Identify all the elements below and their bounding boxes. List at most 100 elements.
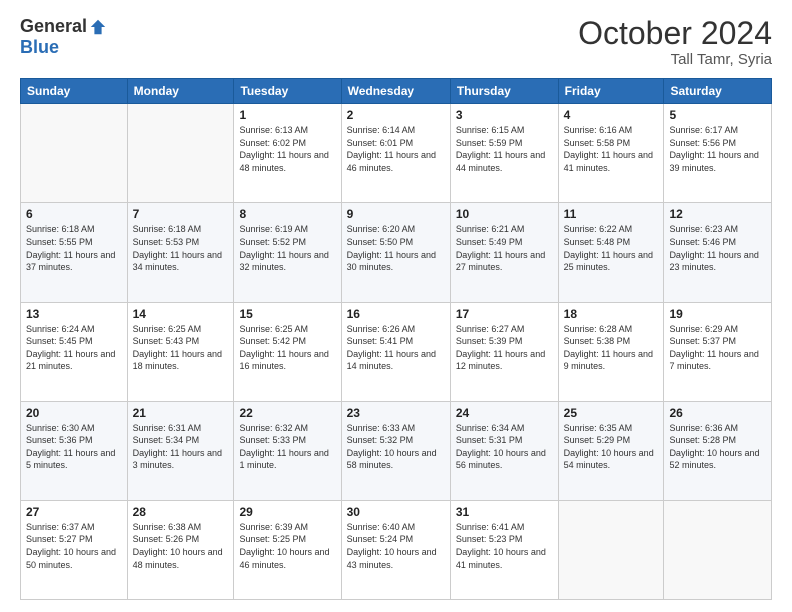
day-number: 25	[564, 406, 659, 420]
calendar-cell: 15 Sunrise: 6:25 AM Sunset: 5:42 PM Dayli…	[234, 302, 341, 401]
calendar-cell: 17 Sunrise: 6:27 AM Sunset: 5:39 PM Dayli…	[450, 302, 558, 401]
calendar-cell: 4 Sunrise: 6:16 AM Sunset: 5:58 PM Daylig…	[558, 104, 664, 203]
calendar-body: 1 Sunrise: 6:13 AM Sunset: 6:02 PM Daylig…	[21, 104, 772, 600]
day-number: 23	[347, 406, 445, 420]
day-number: 11	[564, 207, 659, 221]
day-info: Sunrise: 6:21 AM Sunset: 5:49 PM Dayligh…	[456, 223, 553, 273]
day-info: Sunrise: 6:35 AM Sunset: 5:29 PM Dayligh…	[564, 422, 659, 472]
calendar-cell: 2 Sunrise: 6:14 AM Sunset: 6:01 PM Daylig…	[341, 104, 450, 203]
calendar-weekday-saturday: Saturday	[664, 79, 772, 104]
month-title: October 2024	[578, 16, 772, 51]
calendar-cell: 19 Sunrise: 6:29 AM Sunset: 5:37 PM Dayli…	[664, 302, 772, 401]
calendar-cell: 10 Sunrise: 6:21 AM Sunset: 5:49 PM Dayli…	[450, 203, 558, 302]
calendar-header-row: SundayMondayTuesdayWednesdayThursdayFrid…	[21, 79, 772, 104]
day-info: Sunrise: 6:39 AM Sunset: 5:25 PM Dayligh…	[239, 521, 335, 571]
day-info: Sunrise: 6:19 AM Sunset: 5:52 PM Dayligh…	[239, 223, 335, 273]
logo-icon	[89, 18, 107, 36]
day-info: Sunrise: 6:40 AM Sunset: 5:24 PM Dayligh…	[347, 521, 445, 571]
day-number: 7	[133, 207, 229, 221]
day-info: Sunrise: 6:33 AM Sunset: 5:32 PM Dayligh…	[347, 422, 445, 472]
day-number: 29	[239, 505, 335, 519]
day-number: 22	[239, 406, 335, 420]
day-info: Sunrise: 6:32 AM Sunset: 5:33 PM Dayligh…	[239, 422, 335, 472]
day-info: Sunrise: 6:18 AM Sunset: 5:55 PM Dayligh…	[26, 223, 122, 273]
day-number: 3	[456, 108, 553, 122]
day-info: Sunrise: 6:18 AM Sunset: 5:53 PM Dayligh…	[133, 223, 229, 273]
calendar-cell	[21, 104, 128, 203]
day-info: Sunrise: 6:20 AM Sunset: 5:50 PM Dayligh…	[347, 223, 445, 273]
calendar-cell: 16Sunrise: 6:26 AM Sunset: 5:41 PM Dayli…	[341, 302, 450, 401]
day-number: 15	[239, 307, 335, 321]
day-number: 4	[564, 108, 659, 122]
day-info: Sunrise: 6:41 AM Sunset: 5:23 PM Dayligh…	[456, 521, 553, 571]
day-info: Sunrise: 6:29 AM Sunset: 5:37 PM Dayligh…	[669, 323, 766, 373]
calendar-week-3: 20Sunrise: 6:30 AM Sunset: 5:36 PM Dayli…	[21, 401, 772, 500]
day-number: 12	[669, 207, 766, 221]
day-info: Sunrise: 6:27 AM Sunset: 5:39 PM Dayligh…	[456, 323, 553, 373]
day-number: 27	[26, 505, 122, 519]
day-info: Sunrise: 6:16 AM Sunset: 5:58 PM Dayligh…	[564, 124, 659, 174]
day-number: 17	[456, 307, 553, 321]
day-number: 26	[669, 406, 766, 420]
calendar-cell: 31 Sunrise: 6:41 AM Sunset: 5:23 PM Dayli…	[450, 500, 558, 599]
calendar-cell: 28Sunrise: 6:38 AM Sunset: 5:26 PM Dayli…	[127, 500, 234, 599]
calendar-cell: 14 Sunrise: 6:25 AM Sunset: 5:43 PM Dayli…	[127, 302, 234, 401]
calendar-cell: 6 Sunrise: 6:18 AM Sunset: 5:55 PM Daylig…	[21, 203, 128, 302]
calendar-cell: 25 Sunrise: 6:35 AM Sunset: 5:29 PM Dayli…	[558, 401, 664, 500]
day-number: 20	[26, 406, 122, 420]
calendar-week-0: 1 Sunrise: 6:13 AM Sunset: 6:02 PM Daylig…	[21, 104, 772, 203]
day-number: 31	[456, 505, 553, 519]
calendar-weekday-thursday: Thursday	[450, 79, 558, 104]
calendar-weekday-wednesday: Wednesday	[341, 79, 450, 104]
day-number: 19	[669, 307, 766, 321]
calendar-cell	[127, 104, 234, 203]
calendar-week-2: 13Sunrise: 6:24 AM Sunset: 5:45 PM Dayli…	[21, 302, 772, 401]
day-info: Sunrise: 6:22 AM Sunset: 5:48 PM Dayligh…	[564, 223, 659, 273]
day-info: Sunrise: 6:37 AM Sunset: 5:27 PM Dayligh…	[26, 521, 122, 571]
day-number: 14	[133, 307, 229, 321]
day-info: Sunrise: 6:13 AM Sunset: 6:02 PM Dayligh…	[239, 124, 335, 174]
logo-blue-text: Blue	[20, 37, 59, 58]
header: General Blue October 2024 Tall Tamr, Syr…	[20, 16, 772, 68]
day-number: 1	[239, 108, 335, 122]
calendar-cell: 20Sunrise: 6:30 AM Sunset: 5:36 PM Dayli…	[21, 401, 128, 500]
calendar-cell: 18Sunrise: 6:28 AM Sunset: 5:38 PM Dayli…	[558, 302, 664, 401]
calendar-cell: 12 Sunrise: 6:23 AM Sunset: 5:46 PM Dayli…	[664, 203, 772, 302]
calendar-cell: 9Sunrise: 6:20 AM Sunset: 5:50 PM Daylig…	[341, 203, 450, 302]
day-number: 28	[133, 505, 229, 519]
day-info: Sunrise: 6:26 AM Sunset: 5:41 PM Dayligh…	[347, 323, 445, 373]
day-number: 10	[456, 207, 553, 221]
day-info: Sunrise: 6:25 AM Sunset: 5:43 PM Dayligh…	[133, 323, 229, 373]
calendar-cell: 8Sunrise: 6:19 AM Sunset: 5:52 PM Daylig…	[234, 203, 341, 302]
calendar-week-1: 6 Sunrise: 6:18 AM Sunset: 5:55 PM Daylig…	[21, 203, 772, 302]
day-info: Sunrise: 6:28 AM Sunset: 5:38 PM Dayligh…	[564, 323, 659, 373]
header-right: October 2024 Tall Tamr, Syria	[578, 16, 772, 68]
calendar-weekday-friday: Friday	[558, 79, 664, 104]
calendar-cell: 3Sunrise: 6:15 AM Sunset: 5:59 PM Daylig…	[450, 104, 558, 203]
calendar-cell: 29 Sunrise: 6:39 AM Sunset: 5:25 PM Dayli…	[234, 500, 341, 599]
calendar-cell: 24Sunrise: 6:34 AM Sunset: 5:31 PM Dayli…	[450, 401, 558, 500]
calendar-cell: 5Sunrise: 6:17 AM Sunset: 5:56 PM Daylig…	[664, 104, 772, 203]
logo-general-text: General	[20, 16, 87, 37]
location: Tall Tamr, Syria	[578, 51, 772, 68]
calendar-week-4: 27 Sunrise: 6:37 AM Sunset: 5:27 PM Dayli…	[21, 500, 772, 599]
calendar-cell: 11 Sunrise: 6:22 AM Sunset: 5:48 PM Dayli…	[558, 203, 664, 302]
day-info: Sunrise: 6:14 AM Sunset: 6:01 PM Dayligh…	[347, 124, 445, 174]
day-info: Sunrise: 6:31 AM Sunset: 5:34 PM Dayligh…	[133, 422, 229, 472]
page: General Blue October 2024 Tall Tamr, Syr…	[0, 0, 792, 612]
calendar-weekday-tuesday: Tuesday	[234, 79, 341, 104]
calendar-cell: 13Sunrise: 6:24 AM Sunset: 5:45 PM Dayli…	[21, 302, 128, 401]
calendar-cell: 23 Sunrise: 6:33 AM Sunset: 5:32 PM Dayli…	[341, 401, 450, 500]
calendar-cell: 30Sunrise: 6:40 AM Sunset: 5:24 PM Dayli…	[341, 500, 450, 599]
calendar-cell: 27 Sunrise: 6:37 AM Sunset: 5:27 PM Dayli…	[21, 500, 128, 599]
day-info: Sunrise: 6:25 AM Sunset: 5:42 PM Dayligh…	[239, 323, 335, 373]
calendar-cell: 21Sunrise: 6:31 AM Sunset: 5:34 PM Dayli…	[127, 401, 234, 500]
calendar-weekday-sunday: Sunday	[21, 79, 128, 104]
day-number: 13	[26, 307, 122, 321]
day-info: Sunrise: 6:17 AM Sunset: 5:56 PM Dayligh…	[669, 124, 766, 174]
calendar-cell: 7 Sunrise: 6:18 AM Sunset: 5:53 PM Daylig…	[127, 203, 234, 302]
logo: General Blue	[20, 16, 107, 58]
day-info: Sunrise: 6:23 AM Sunset: 5:46 PM Dayligh…	[669, 223, 766, 273]
day-number: 2	[347, 108, 445, 122]
day-number: 6	[26, 207, 122, 221]
